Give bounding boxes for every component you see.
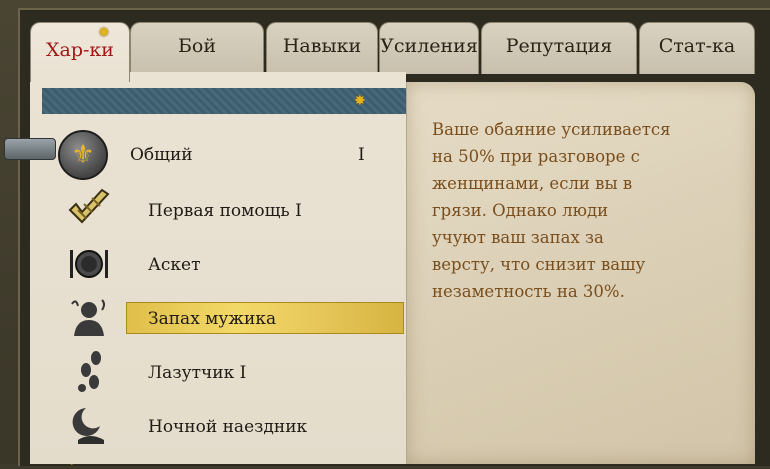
- tab-label: Навыки: [282, 34, 362, 57]
- fleur-de-lis-icon[interactable]: ⚜: [58, 130, 108, 180]
- perk-label[interactable]: Запах мужика: [148, 309, 276, 329]
- tab-perks[interactable]: Усиления: [379, 22, 479, 74]
- perk-label[interactable]: Лазутчик I: [148, 363, 246, 383]
- perk-label[interactable]: Аскет: [148, 255, 201, 275]
- book-hinge: [4, 138, 56, 160]
- tab-combat[interactable]: Бой: [130, 22, 264, 74]
- perk-label[interactable]: Первая помощь I: [148, 201, 302, 221]
- tab-reputation[interactable]: Репутация: [481, 22, 637, 74]
- tab-label: Хар-ки: [46, 38, 114, 61]
- category-label: Общий: [130, 145, 193, 165]
- bandage-icon: [68, 188, 110, 224]
- tab-statistics[interactable]: Стат-ка: [639, 22, 755, 74]
- tab-label: Бой: [177, 34, 217, 57]
- new-star-icon: ✸: [98, 25, 110, 41]
- tab-label: Стат-ка: [658, 34, 736, 57]
- footprints-icon: [78, 351, 101, 392]
- tab-label: Репутация: [505, 34, 613, 57]
- perk-description: Ваше обаяние усиливается на 50% при разг…: [432, 120, 671, 301]
- plate-fork-icon: [70, 250, 108, 278]
- tab-characteristics[interactable]: Хар-ки: [30, 22, 130, 82]
- new-star-icon: ✸: [354, 93, 366, 109]
- stench-icon: [71, 299, 105, 336]
- tab-skills[interactable]: Навыки: [266, 22, 378, 74]
- header-bar: [42, 88, 406, 114]
- moon-rider-icon: [72, 408, 104, 444]
- category-level: I: [358, 145, 365, 165]
- perk-label[interactable]: Ночной наездник: [148, 417, 307, 437]
- tab-label: Усиления: [380, 34, 478, 57]
